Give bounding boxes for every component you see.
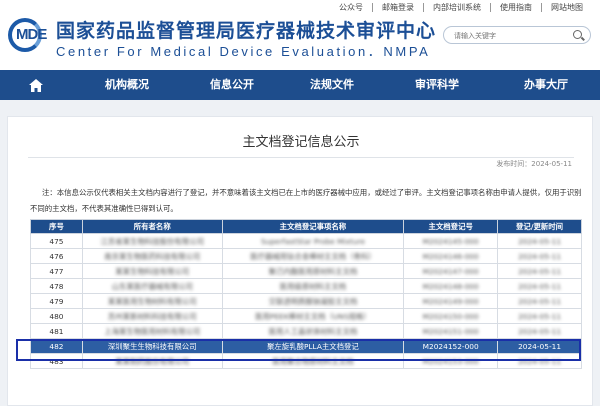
site-header: MDE 国家药品监督管理局医疗器械技术审评中心 Center For Medic… xyxy=(0,0,600,70)
table-row: 476 南京某生物医药科技有限公司 医疗器械用钛合金棒材主文档（骨科） M202414… xyxy=(30,248,582,264)
cell-date: 2024-05-11 xyxy=(497,263,582,279)
cell-reg-no: M2024150-000 xyxy=(403,308,499,324)
cell-owner: 上海某生物医用材料有限公司 xyxy=(81,323,223,339)
search-input[interactable] xyxy=(454,29,569,42)
nav-item-services[interactable]: 办事大厅 xyxy=(492,70,600,100)
top-link-wechat[interactable]: 公众号 xyxy=(330,3,372,12)
cell-owner: 某某生物科技有限公司 xyxy=(81,263,223,279)
search-box xyxy=(443,26,591,44)
nav-item-science[interactable]: 审评科学 xyxy=(382,70,492,100)
top-links: 公众号 邮箱登录 内部培训系统 使用指南 网站地图 xyxy=(330,3,592,12)
cell-owner: 江苏省某生物科技股份有限公司 xyxy=(81,233,223,249)
table-row: 475 江苏省某生物科技股份有限公司 SuperfastStar Probe Mix… xyxy=(30,233,582,249)
home-icon xyxy=(29,78,43,92)
cell-owner: 苏州某新材料科技有限公司 xyxy=(81,308,223,324)
cell-owner: 南京某生物医药科技有限公司 xyxy=(81,248,223,264)
site-logo[interactable]: MDE xyxy=(8,18,54,52)
cell-reg-no: M2024148-000 xyxy=(403,278,499,294)
highlight-annotation-frame xyxy=(16,339,581,361)
cell-date: 2024-05-11 xyxy=(497,308,582,324)
title-divider xyxy=(28,157,574,158)
cell-no: 479 xyxy=(30,293,83,309)
cell-no: 475 xyxy=(30,233,83,249)
cell-item: 聚己内酯医用原材料主文档 xyxy=(221,263,405,279)
cell-no: 477 xyxy=(30,263,83,279)
table-row: 479 某某医用生物材料有限公司 交联透明质酸钠凝胶主文档 M2024149-000 2… xyxy=(30,293,582,309)
site-title-cn: 国家药品监督管理局医疗器械技术审评中心 xyxy=(56,21,437,42)
cell-reg-no: M2024149-000 xyxy=(403,293,499,309)
cell-reg-no: M2024147-000 xyxy=(403,263,499,279)
cell-owner: 山东某医疗器械有限公司 xyxy=(81,278,223,294)
col-header-date: 登记/更新时间 xyxy=(497,219,582,234)
table-row: 481 上海某生物医用材料有限公司 医用人工晶状体材料主文档 M2024151-000… xyxy=(30,323,582,339)
cell-item: 医疗器械用钛合金棒材主文档（骨科） xyxy=(221,248,405,264)
cell-reg-no: M2024151-000 xyxy=(403,323,499,339)
cell-no: 481 xyxy=(30,323,83,339)
cell-reg-no: M2024146-000 xyxy=(403,248,499,264)
top-link-guide[interactable]: 使用指南 xyxy=(490,3,541,12)
cell-item: 医用PEEK棒材主文档（UNS规格） xyxy=(221,308,405,324)
cell-date: 2024-05-11 xyxy=(497,323,582,339)
publish-date: 发布时间：2024-05-11 xyxy=(496,160,572,168)
cell-no: 480 xyxy=(30,308,83,324)
col-header-owner: 所有者名称 xyxy=(81,219,223,234)
nav-item-about[interactable]: 机构概况 xyxy=(72,70,182,100)
cell-date: 2024-05-11 xyxy=(497,233,582,249)
site-title-en: Center For Medical Device Evaluation．NMP… xyxy=(56,44,431,59)
nav-home[interactable] xyxy=(0,70,72,100)
top-link-sitemap[interactable]: 网站地图 xyxy=(541,3,592,12)
nav-item-info[interactable]: 信息公开 xyxy=(182,70,282,100)
table-header-row: 序号 所有者名称 主文档登记事项名称 主文档登记号 登记/更新时间 xyxy=(30,219,582,234)
disclaimer-note: 注：本信息公示仅代表相关主文档内容进行了登记，并不意味着该主文档已在上市的医疗器… xyxy=(30,188,582,213)
cell-no: 476 xyxy=(30,248,83,264)
search-icon[interactable] xyxy=(573,30,582,39)
page-title: 主文档登记信息公示 xyxy=(242,135,360,150)
table-row: 477 某某生物科技有限公司 聚己内酯医用原材料主文档 M2024147-000 202… xyxy=(30,263,582,279)
cell-no: 478 xyxy=(30,278,83,294)
table-row: 480 苏州某新材料科技有限公司 医用PEEK棒材主文档（UNS规格） M202415… xyxy=(30,308,582,324)
top-link-mail[interactable]: 邮箱登录 xyxy=(372,3,423,12)
cell-item: 医用人工晶状体材料主文档 xyxy=(221,323,405,339)
main-nav: 机构概况 信息公开 法规文件 审评科学 办事大厅 xyxy=(0,70,600,100)
cell-item: SuperfastStar Probe Mixture xyxy=(221,233,405,249)
cell-item: 医用级原材料主文档 xyxy=(221,278,405,294)
cell-reg-no: M2024145-000 xyxy=(403,233,499,249)
top-link-training[interactable]: 内部培训系统 xyxy=(423,3,490,12)
logo-text: MDE xyxy=(16,26,47,43)
content-panel: 主文档登记信息公示 发布时间：2024-05-11 注：本信息公示仅代表相关主文… xyxy=(7,116,593,406)
cell-owner: 某某医用生物材料有限公司 xyxy=(81,293,223,309)
col-header-item: 主文档登记事项名称 xyxy=(221,219,405,234)
cell-date: 2024-05-11 xyxy=(497,278,582,294)
cell-date: 2024-05-11 xyxy=(497,293,582,309)
col-header-reg-no: 主文档登记号 xyxy=(403,219,499,234)
col-header-no: 序号 xyxy=(30,219,83,234)
table-row: 478 山东某医疗器械有限公司 医用级原材料主文档 M2024148-000 2024-… xyxy=(30,278,582,294)
cell-item: 交联透明质酸钠凝胶主文档 xyxy=(221,293,405,309)
nav-item-regulations[interactable]: 法规文件 xyxy=(282,70,382,100)
cell-date: 2024-05-11 xyxy=(497,248,582,264)
